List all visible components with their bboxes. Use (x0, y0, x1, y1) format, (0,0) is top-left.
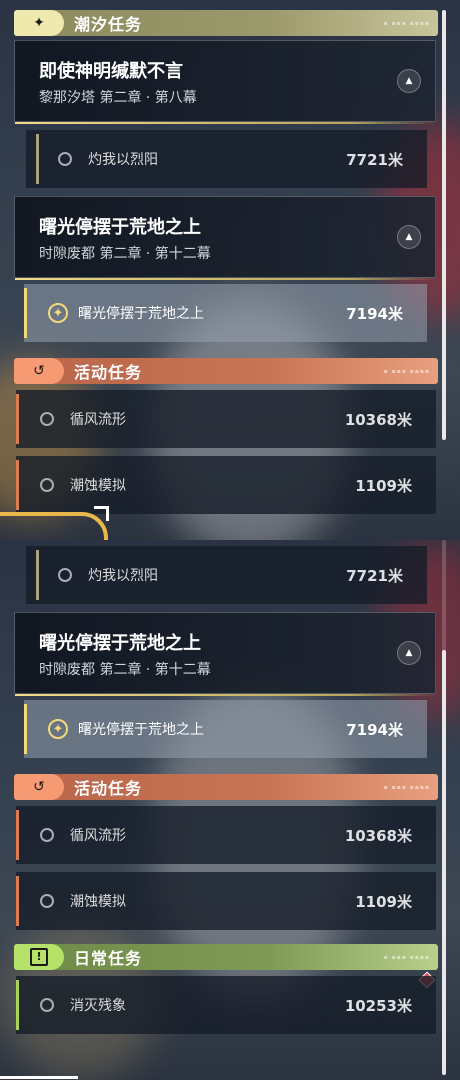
quest-title: 曙光停摆于荒地之上 (39, 633, 201, 654)
event-icon: ↺ (14, 358, 64, 384)
star-sparkle-icon: ✦ (14, 10, 64, 36)
quest-row-label: 消灭残象 (70, 998, 126, 1014)
quest-row-distance: 7194米 (346, 304, 403, 323)
quest-row[interactable]: 循风流形 10368米 (16, 390, 436, 448)
circle-icon (40, 894, 54, 908)
quest-row-distance: 7721米 (346, 566, 403, 585)
quest-row-distance: 1109米 (355, 892, 412, 911)
circle-icon (40, 998, 54, 1012)
header-decor: ▪ ▪▪▪ ▪▪▪▪ (383, 19, 430, 27)
row-accent-bar (16, 394, 19, 444)
row-accent-bar (36, 134, 39, 184)
quest-row-distance: 10368米 (344, 826, 412, 845)
quest-row-label: 潮蚀模拟 (70, 478, 126, 494)
card-underline (15, 122, 435, 124)
event-quest-title: 活动任务 (74, 779, 143, 798)
background: ✦ 潮汐任务 ▪ ▪▪▪ ▪▪▪▪ 即使神明缄默不言 黎那汐塔 第二章 · 第八… (0, 0, 460, 1080)
quest-title: 曙光停摆于荒地之上 (39, 217, 201, 238)
quest-row-distance: 1109米 (355, 476, 412, 495)
event-quest-header[interactable]: ↺ 活动任务 ▪ ▪▪▪ ▪▪▪▪ (14, 358, 438, 384)
row-accent-bar (16, 810, 19, 860)
row-accent-bar (16, 980, 19, 1030)
event-quest-header[interactable]: ↺ 活动任务 ▪ ▪▪▪ ▪▪▪▪ (14, 774, 438, 800)
circle-icon (40, 828, 54, 842)
scrollbar-track[interactable] (442, 10, 446, 440)
card-underline (15, 694, 435, 696)
quest-row-label: 曙光停摆于荒地之上 (78, 306, 204, 322)
daily-quest-header[interactable]: ! 日常任务 ▪ ▪▪▪ ▪▪▪▪ (14, 944, 438, 970)
map-ring (0, 512, 108, 540)
collapse-arrow-icon[interactable]: ▲ (397, 641, 421, 665)
quest-subtitle: 时隙废都 第二章 · 第十二幕 (39, 662, 211, 678)
scrollbar-track[interactable] (442, 540, 446, 1075)
header-decor: ▪ ▪▪▪ ▪▪▪▪ (383, 953, 430, 961)
quest-row-distance: 10253米 (344, 996, 412, 1015)
quest-row-label: 循风流形 (70, 412, 126, 428)
bottom-edge-marker (0, 1076, 78, 1079)
quest-row-label: 灼我以烈阳 (88, 152, 158, 168)
quest-row[interactable]: 潮蚀模拟 1109米 (16, 456, 436, 514)
row-accent-bar (36, 550, 39, 600)
tide-quest-title: 潮汐任务 (74, 15, 143, 34)
tide-quest-header[interactable]: ✦ 潮汐任务 ▪ ▪▪▪ ▪▪▪▪ (14, 10, 438, 36)
quest-row-label: 曙光停摆于荒地之上 (78, 722, 204, 738)
header-decor: ▪ ▪▪▪ ▪▪▪▪ (383, 783, 430, 791)
quest-row-distance: 10368米 (344, 410, 412, 429)
collapse-arrow-icon[interactable]: ▲ (397, 69, 421, 93)
quest-row-label: 灼我以烈阳 (88, 568, 158, 584)
row-accent-bar (16, 460, 19, 510)
main-quest-card-1[interactable]: 即使神明缄默不言 黎那汐塔 第二章 · 第八幕 ▲ (14, 40, 436, 124)
scrollbar-thumb[interactable] (442, 650, 446, 1075)
quest-row[interactable]: 灼我以烈阳 7721米 (26, 546, 427, 604)
quest-row[interactable]: 消灭残象 10253米 (16, 976, 436, 1034)
main-quest-card-2[interactable]: 曙光停摆于荒地之上 时隙废都 第二章 · 第十二幕 ▲ (14, 612, 436, 696)
row-accent-bar (24, 288, 27, 338)
quest-title: 即使神明缄默不言 (39, 61, 183, 82)
alert-box-icon: ! (14, 944, 64, 970)
row-accent-bar (24, 704, 27, 754)
quest-row[interactable]: 循风流形 10368米 (16, 806, 436, 864)
compass-target-icon: ✦ (48, 719, 68, 739)
quest-row-label: 循风流形 (70, 828, 126, 844)
circle-icon (58, 152, 72, 166)
quest-panel-top: ✦ 潮汐任务 ▪ ▪▪▪ ▪▪▪▪ 即使神明缄默不言 黎那汐塔 第二章 · 第八… (0, 0, 460, 540)
collapse-arrow-icon[interactable]: ▲ (397, 225, 421, 249)
card-underline (15, 278, 435, 280)
header-decor: ▪ ▪▪▪ ▪▪▪▪ (383, 367, 430, 375)
scrollbar-thumb[interactable] (442, 10, 446, 440)
circle-icon (40, 478, 54, 492)
circle-icon (58, 568, 72, 582)
quest-row-label: 潮蚀模拟 (70, 894, 126, 910)
circle-icon (40, 412, 54, 426)
event-quest-title: 活动任务 (74, 363, 143, 382)
quest-row-active[interactable]: ✦ 曙光停摆于荒地之上 7194米 (24, 700, 427, 758)
compass-target-icon: ✦ (48, 303, 68, 323)
quest-row[interactable]: 潮蚀模拟 1109米 (16, 872, 436, 930)
main-quest-card-2[interactable]: 曙光停摆于荒地之上 时隙废都 第二章 · 第十二幕 ▲ (14, 196, 436, 280)
quest-subtitle: 时隙废都 第二章 · 第十二幕 (39, 246, 211, 262)
daily-quest-title: 日常任务 (74, 949, 143, 968)
row-accent-bar (16, 876, 19, 926)
quest-row-distance: 7194米 (346, 720, 403, 739)
quest-panel-bottom: 灼我以烈阳 7721米 曙光停摆于荒地之上 时隙废都 第二章 · 第十二幕 ▲ … (0, 540, 460, 1080)
quest-subtitle: 黎那汐塔 第二章 · 第八幕 (39, 90, 197, 106)
quest-row-distance: 7721米 (346, 150, 403, 169)
event-icon: ↺ (14, 774, 64, 800)
quest-row-active[interactable]: ✦ 曙光停摆于荒地之上 7194米 (24, 284, 427, 342)
quest-row[interactable]: 灼我以烈阳 7721米 (26, 130, 427, 188)
